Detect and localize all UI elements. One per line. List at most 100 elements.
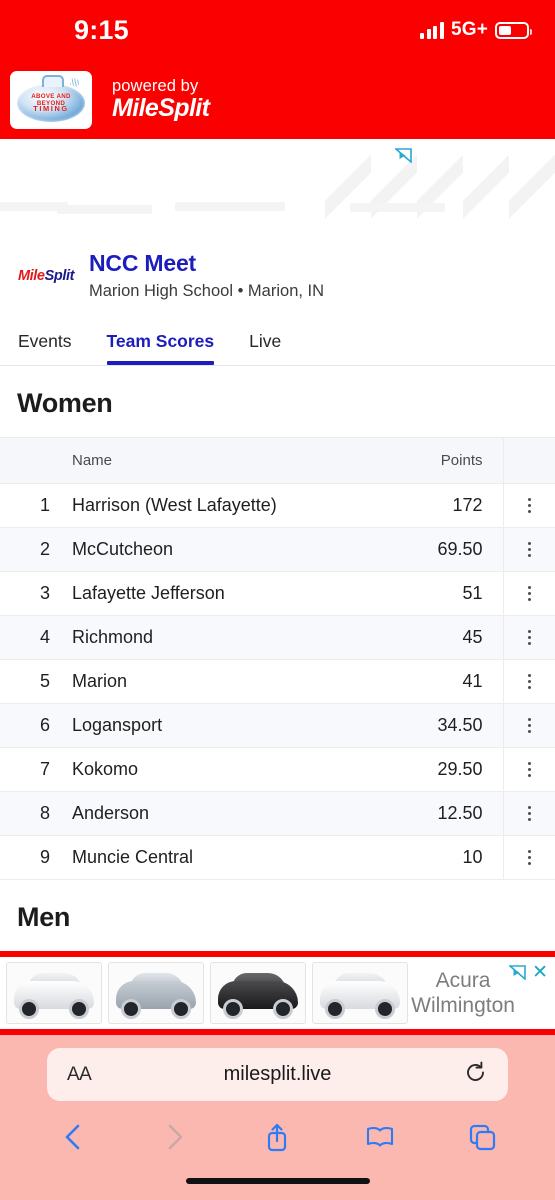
row-team-name: Marion bbox=[72, 659, 381, 704]
table-row[interactable]: 4 Richmond 45 bbox=[0, 615, 555, 660]
row-team-name: Lafayette Jefferson bbox=[72, 571, 381, 616]
home-indicator bbox=[185, 1178, 370, 1184]
table-row[interactable]: 9 Muncie Central 10 bbox=[0, 835, 555, 880]
battery-icon bbox=[495, 21, 532, 39]
row-points: 51 bbox=[381, 571, 503, 616]
table-row[interactable]: 6 Logansport 34.50 bbox=[0, 703, 555, 748]
row-menu-button[interactable] bbox=[502, 615, 555, 660]
adchoices-icon[interactable] bbox=[509, 965, 526, 980]
row-rank: 8 bbox=[0, 791, 72, 836]
tab-events[interactable]: Events bbox=[18, 331, 90, 365]
powered-by-block: powered by MileSplit bbox=[112, 77, 210, 122]
row-menu-button[interactable] bbox=[502, 747, 555, 792]
above-and-beyond-timing-logo[interactable]: ABOVE AND BEYOND TIMING bbox=[10, 70, 92, 129]
column-header-actions bbox=[502, 437, 555, 484]
row-points: 45 bbox=[381, 615, 503, 660]
powered-by-label: powered by bbox=[112, 77, 199, 95]
table-row[interactable]: 7 Kokomo 29.50 bbox=[0, 747, 555, 792]
overflow-menu-icon bbox=[527, 715, 531, 736]
table-row[interactable]: 8 Anderson 12.50 bbox=[0, 791, 555, 836]
milesplit-logo-red: Mile bbox=[18, 268, 45, 284]
row-points: 172 bbox=[381, 483, 503, 528]
row-rank: 4 bbox=[0, 615, 72, 660]
safari-toolbar bbox=[0, 1113, 555, 1161]
status-bar-time: 9:15 bbox=[74, 14, 129, 45]
safari-browser-chrome: AA milesplit.live bbox=[0, 1035, 555, 1200]
overflow-menu-icon bbox=[527, 539, 531, 560]
overflow-menu-icon bbox=[527, 627, 531, 648]
row-menu-button[interactable] bbox=[502, 835, 555, 880]
bottom-ad-banner[interactable]: Acura Wilmington ✕ bbox=[0, 951, 555, 1035]
milesplit-logo[interactable]: MileSplit bbox=[18, 268, 76, 284]
section-heading-women: Women bbox=[17, 388, 113, 418]
ad-placeholder-bar bbox=[350, 203, 445, 212]
row-points: 41 bbox=[381, 659, 503, 704]
overflow-menu-icon bbox=[527, 759, 531, 780]
ad-placeholder-bar bbox=[57, 205, 152, 214]
back-button[interactable] bbox=[56, 1120, 90, 1154]
overflow-menu-icon bbox=[527, 671, 531, 692]
row-rank: 9 bbox=[0, 835, 72, 880]
meet-header: MileSplit NCC Meet Marion High School • … bbox=[0, 222, 555, 302]
overflow-menu-icon bbox=[527, 847, 531, 868]
top-ad-slot[interactable] bbox=[0, 139, 555, 222]
column-header-name: Name bbox=[72, 437, 381, 484]
tab-team-scores[interactable]: Team Scores bbox=[90, 331, 233, 365]
status-bar: 9:15 5G+ bbox=[0, 0, 555, 60]
row-menu-button[interactable] bbox=[502, 483, 555, 528]
row-points: 29.50 bbox=[381, 747, 503, 792]
url-text: milesplit.live bbox=[223, 1063, 332, 1085]
ad-brand-line1: Acura bbox=[435, 969, 491, 992]
team-scores-table-women: Name Points 1 Harrison (West Lafayette) … bbox=[0, 437, 555, 880]
milesplit-wordmark: MileSplit bbox=[112, 94, 210, 122]
table-row[interactable]: 1 Harrison (West Lafayette) 172 bbox=[0, 483, 555, 528]
row-points: 69.50 bbox=[381, 527, 503, 572]
table-row[interactable]: 2 McCutcheon 69.50 bbox=[0, 527, 555, 572]
status-bar-indicators: 5G+ bbox=[420, 19, 532, 41]
page-title: NCC Meet bbox=[89, 250, 197, 276]
overflow-menu-icon bbox=[527, 583, 531, 604]
tab-live[interactable]: Live bbox=[232, 331, 299, 365]
row-points: 12.50 bbox=[381, 791, 503, 836]
ad-brand-line2: Wilmington bbox=[411, 994, 515, 1017]
row-points: 10 bbox=[381, 835, 503, 880]
bookmarks-button[interactable] bbox=[363, 1120, 397, 1154]
column-header-points: Points bbox=[381, 437, 503, 484]
milesplit-logo-blue: Split bbox=[44, 268, 75, 284]
forward-button[interactable] bbox=[158, 1120, 192, 1154]
table-row[interactable]: 3 Lafayette Jefferson 51 bbox=[0, 571, 555, 616]
row-rank: 1 bbox=[0, 483, 72, 528]
row-menu-button[interactable] bbox=[502, 527, 555, 572]
sponsor-banner: ABOVE AND BEYOND TIMING powered by MileS… bbox=[0, 60, 555, 139]
section-heading-men: Men bbox=[17, 902, 71, 932]
table-header-row: Name Points bbox=[0, 437, 555, 484]
tab-bar: Events Team Scores Live bbox=[0, 302, 555, 366]
row-menu-button[interactable] bbox=[502, 703, 555, 748]
close-icon[interactable]: ✕ bbox=[532, 963, 548, 982]
row-menu-button[interactable] bbox=[502, 659, 555, 704]
row-team-name: Kokomo bbox=[72, 747, 381, 792]
ad-car-image bbox=[312, 962, 408, 1024]
address-bar[interactable]: AA milesplit.live bbox=[47, 1048, 508, 1101]
ad-controls: ✕ bbox=[509, 963, 548, 982]
row-team-name: Logansport bbox=[72, 703, 381, 748]
meet-location: Marion High School • Marion, IN bbox=[89, 282, 325, 300]
adchoices-icon[interactable] bbox=[395, 148, 412, 163]
share-button[interactable] bbox=[260, 1120, 294, 1154]
row-menu-button[interactable] bbox=[502, 791, 555, 836]
tabs-button[interactable] bbox=[465, 1120, 499, 1154]
row-team-name: McCutcheon bbox=[72, 527, 381, 572]
row-team-name: Muncie Central bbox=[72, 835, 381, 880]
row-team-name: Richmond bbox=[72, 615, 381, 660]
table-row[interactable]: 5 Marion 41 bbox=[0, 659, 555, 704]
row-menu-button[interactable] bbox=[502, 571, 555, 616]
cellular-bars-icon bbox=[420, 21, 444, 39]
overflow-menu-icon bbox=[527, 495, 531, 516]
ad-car-image bbox=[6, 962, 102, 1024]
row-rank: 2 bbox=[0, 527, 72, 572]
column-header-rank bbox=[0, 437, 72, 484]
row-team-name: Anderson bbox=[72, 791, 381, 836]
ad-car-image bbox=[210, 962, 306, 1024]
network-type-label: 5G+ bbox=[450, 19, 488, 40]
overflow-menu-icon bbox=[527, 803, 531, 824]
